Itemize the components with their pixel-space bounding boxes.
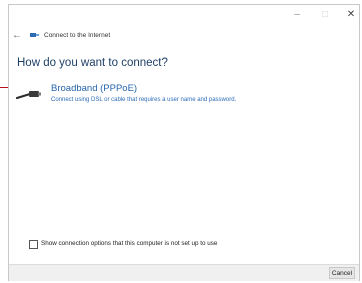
option-description: Connect using DSL or cable that requires… xyxy=(51,97,237,103)
broadband-cable-icon xyxy=(16,91,41,100)
minimize-button[interactable]: – xyxy=(287,8,307,22)
show-options-label: Show connection options that this comput… xyxy=(41,240,218,247)
close-button[interactable]: ✕ xyxy=(341,8,361,22)
dialog-window: – □ ✕ ← Connect to the Internet How do y… xyxy=(8,4,360,281)
back-arrow-icon[interactable]: ← xyxy=(12,30,22,42)
option-broadband-pppoe[interactable]: Broadband (PPPoE) Connect using DSL or c… xyxy=(13,81,343,111)
network-icon xyxy=(30,33,39,37)
show-options-checkbox[interactable] xyxy=(29,240,38,249)
wizard-title: Connect to the Internet xyxy=(44,32,111,39)
dialog-footer: Cancel xyxy=(9,264,359,281)
maximize-button[interactable]: □ xyxy=(315,8,335,22)
option-title: Broadband (PPPoE) xyxy=(51,83,138,94)
cancel-button[interactable]: Cancel xyxy=(329,267,355,279)
page-heading: How do you want to connect? xyxy=(17,57,168,69)
